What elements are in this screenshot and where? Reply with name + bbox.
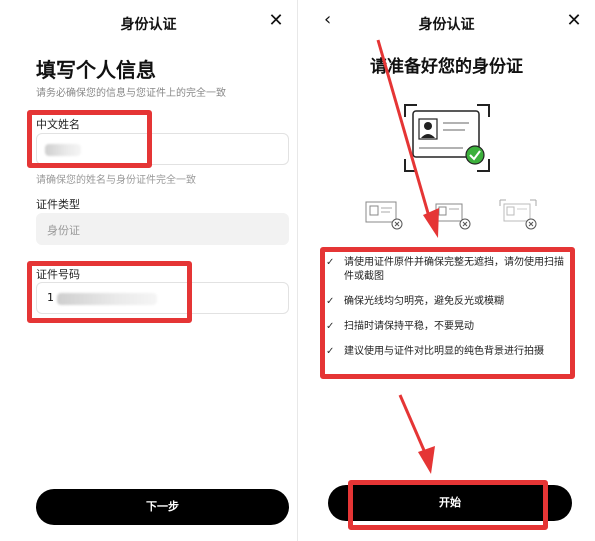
- name-label: 中文姓名: [36, 118, 80, 131]
- check-icon: ✓: [326, 321, 335, 332]
- id-card-scan-illustration: [404, 104, 490, 172]
- list-item: ✓ 扫描时请保持平稳，不要晃动: [326, 320, 566, 334]
- id-type-label: 证件类型: [36, 198, 80, 211]
- list-item: ✓ 建议使用与证件对比明显的纯色背景进行拍摄: [326, 345, 566, 359]
- blurred-name-value: [45, 144, 81, 156]
- id-number-prefix: 1: [47, 291, 54, 304]
- page-title: 身份认证: [418, 17, 475, 33]
- page-title: 身份认证: [120, 17, 177, 33]
- prepare-heading: 请准备好您的身份证: [370, 57, 523, 77]
- check-icon: ✓: [326, 257, 335, 268]
- tips-list: ✓ 请使用证件原件并确保完整无遮挡，请勿使用扫描件或截图 ✓ 确保光线均匀明亮，避免…: [326, 256, 566, 370]
- id-type-value: 身份证: [47, 224, 80, 237]
- tip-text: 确保光线均匀明亮，避免反光或模糊: [344, 296, 504, 307]
- id-card-blur-icon: [499, 199, 537, 230]
- close-icon[interactable]: ✕: [267, 12, 285, 30]
- start-button[interactable]: 开始: [328, 485, 572, 521]
- tip-text: 请使用证件原件并确保完整无遮挡，请勿使用扫描件或截图: [344, 257, 564, 282]
- id-number-label: 证件号码: [36, 268, 80, 281]
- list-item: ✓ 请使用证件原件并确保完整无遮挡，请勿使用扫描件或截图: [326, 256, 566, 284]
- id-card-glare-icon: [435, 203, 471, 230]
- top-bar: 身份认证 ✕: [0, 0, 297, 44]
- tip-text: 建议使用与证件对比明显的纯色背景进行拍摄: [344, 346, 544, 357]
- form-subheading: 请务必确保您的信息与您证件上的完全一致: [36, 88, 226, 99]
- personal-info-screen: 身份认证 ✕ 填写个人信息 请务必确保您的信息与您证件上的完全一致 中文姓名 请…: [0, 0, 297, 541]
- next-button[interactable]: 下一步: [36, 489, 289, 525]
- name-input[interactable]: [36, 133, 289, 165]
- top-bar: ‹ 身份认证 ✕: [298, 0, 595, 44]
- close-icon[interactable]: ✕: [565, 12, 583, 30]
- check-icon: ✓: [326, 346, 335, 357]
- list-item: ✓ 确保光线均匀明亮，避免反光或模糊: [326, 295, 566, 309]
- name-hint: 请确保您的姓名与身份证件完全一致: [36, 175, 196, 186]
- tip-text: 扫描时请保持平稳，不要晃动: [344, 321, 474, 332]
- id-card-too-close-icon: [365, 201, 403, 230]
- form-heading: 填写个人信息: [36, 58, 156, 82]
- check-icon: ✓: [326, 296, 335, 307]
- id-number-input[interactable]: 1: [36, 282, 289, 314]
- blurred-id-number: [57, 293, 157, 305]
- id-prepare-screen: ‹ 身份认证 ✕ 请准备好您的身份证 ✓ 请使用证件原件并确保完整无遮挡，请勿使…: [298, 0, 595, 541]
- id-type-field: 身份证: [36, 213, 289, 245]
